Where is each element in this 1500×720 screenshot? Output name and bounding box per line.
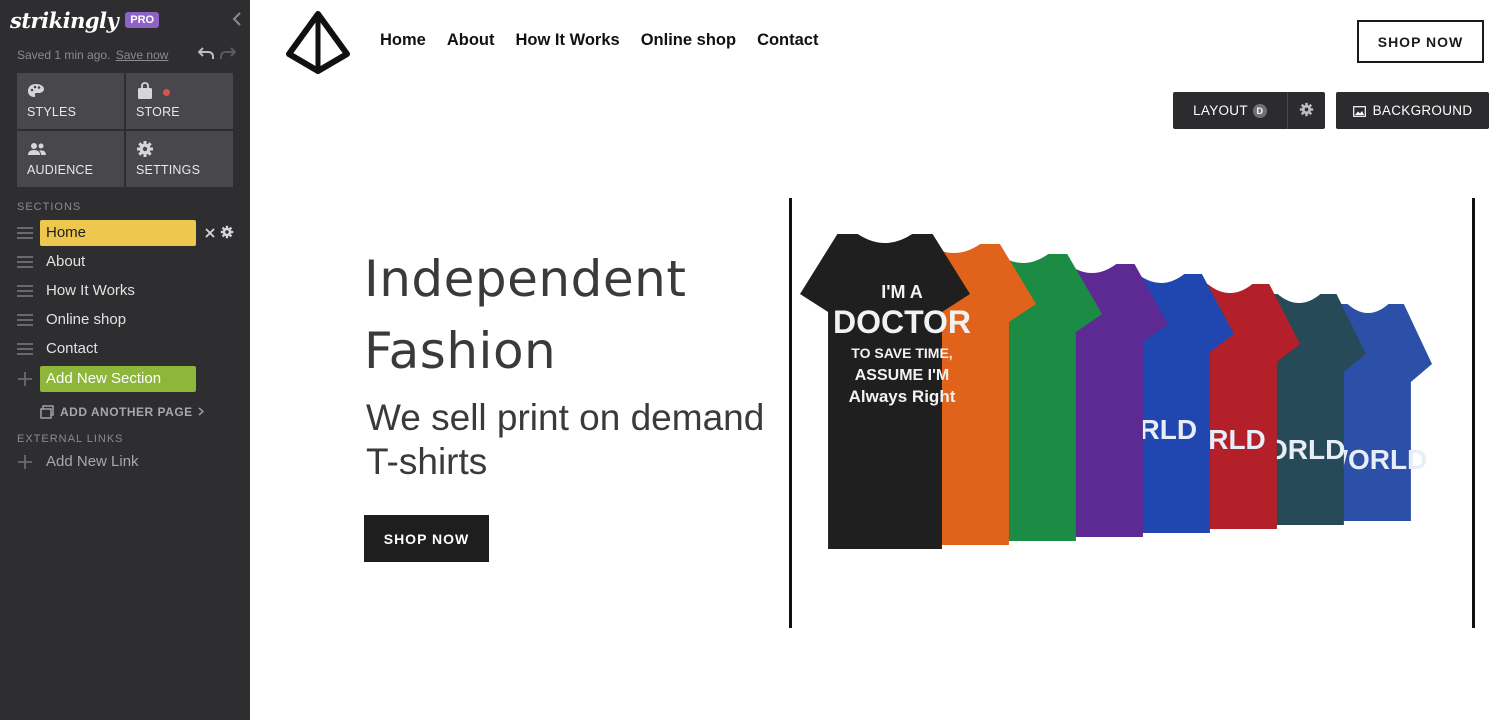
save-now-link[interactable]: Save now [116, 48, 169, 62]
save-status: Saved 1 min ago. Save now [17, 48, 168, 62]
section-settings-icon[interactable] [220, 225, 234, 239]
section-label[interactable]: About [40, 249, 85, 275]
nav-how-it-works[interactable]: How It Works [516, 31, 620, 50]
add-new-link-button[interactable]: Add New Link [17, 453, 139, 470]
front-shirt-print-text: I'M A [881, 282, 923, 302]
redo-icon[interactable] [220, 46, 237, 60]
styles-tile[interactable]: STYLES [17, 73, 124, 129]
logo-text: strikingly [10, 7, 119, 33]
tshirt-print-text: ORLD [1266, 434, 1345, 465]
add-another-page-label: ADD ANOTHER PAGE [60, 405, 193, 419]
section-label[interactable]: Online shop [40, 307, 126, 333]
header-shop-now-button[interactable]: SHOP NOW [1357, 20, 1484, 63]
layout-control: LAYOUT D [1173, 92, 1325, 129]
image-icon [1352, 105, 1366, 117]
tshirt-print-text: RLD [1140, 414, 1198, 445]
strikingly-logo: strikingly PRO [10, 6, 160, 34]
hero-subtitle: We sell print on demand T-shirts [366, 397, 765, 482]
delete-section-icon[interactable] [204, 226, 216, 238]
people-icon [27, 140, 46, 158]
saved-text: Saved 1 min ago. [17, 48, 111, 62]
plus-icon [17, 454, 33, 470]
add-new-link-label: Add New Link [46, 453, 139, 470]
tshirts-image: WORLD ORLD RLD RLD I'M A DOCTOR TO SAVE TIME, A… [789, 198, 1475, 628]
background-button[interactable]: BACKGROUND [1336, 92, 1489, 129]
tshirt-print-text: RLD [1208, 424, 1266, 455]
tshirts-illustration: WORLDORLDRLDRLDI'M ADOCTORTO SAVE TIME,A… [800, 234, 1432, 549]
nav-online-shop[interactable]: Online shop [641, 31, 736, 50]
store-tile[interactable]: STORE [126, 73, 233, 129]
site-preview: Home About How It Works Online shop Cont… [250, 0, 1500, 720]
layout-button[interactable]: LAYOUT D [1173, 92, 1288, 129]
nav-home[interactable]: Home [380, 31, 426, 50]
shopping-bag-icon [136, 82, 154, 100]
pro-badge: PRO [125, 12, 160, 28]
styles-label: STYLES [27, 105, 77, 119]
store-notification-dot [163, 89, 170, 96]
section-item-home[interactable]: Home [17, 220, 237, 246]
section-item-online-shop[interactable]: Online shop [17, 307, 237, 333]
settings-label: SETTINGS [136, 163, 201, 177]
nav-about[interactable]: About [447, 31, 495, 50]
add-new-section-label[interactable]: Add New Section [40, 366, 196, 392]
section-settings-button[interactable] [1288, 92, 1325, 129]
collapse-sidebar-icon[interactable] [230, 12, 244, 26]
gear-icon [1299, 102, 1314, 120]
editor-tiles: STYLES STORE AUDIENCE SETTINGS [17, 73, 233, 187]
chevron-right-icon [198, 405, 204, 419]
drag-handle-icon[interactable] [17, 227, 33, 239]
sections-heading: SECTIONS [17, 201, 82, 213]
section-label[interactable]: Home [40, 220, 196, 246]
pages-icon [40, 405, 54, 419]
drag-handle-icon[interactable] [17, 285, 33, 297]
add-new-section-button[interactable]: Add New Section [17, 366, 237, 392]
store-label: STORE [136, 105, 180, 119]
undo-icon[interactable] [197, 46, 214, 60]
site-logo-icon[interactable] [285, 9, 351, 75]
site-nav: Home About How It Works Online shop Cont… [380, 31, 818, 50]
hero-shop-now-button[interactable]: SHOP NOW [364, 515, 489, 562]
nav-contact[interactable]: Contact [757, 31, 818, 50]
editor-sidebar: strikingly PRO Saved 1 min ago. Save now… [0, 0, 250, 720]
front-shirt-print-text: TO SAVE TIME, [851, 345, 952, 361]
settings-tile[interactable]: SETTINGS [126, 131, 233, 187]
front-shirt-print-text: Always Right [849, 387, 956, 406]
background-label: BACKGROUND [1372, 103, 1473, 118]
drag-handle-icon[interactable] [17, 343, 33, 355]
section-item-how-it-works[interactable]: How It Works [17, 278, 237, 304]
drag-handle-icon[interactable] [17, 314, 33, 326]
plus-icon [17, 371, 33, 387]
external-links-heading: EXTERNAL LINKS [17, 433, 124, 445]
section-item-contact[interactable]: Contact [17, 336, 237, 362]
section-label[interactable]: How It Works [40, 278, 135, 304]
gear-icon [136, 140, 154, 158]
section-label[interactable]: Contact [40, 336, 98, 362]
layout-label: LAYOUT [1193, 103, 1248, 118]
palette-icon [27, 82, 45, 100]
front-shirt-print-text: DOCTOR [833, 304, 971, 340]
drag-handle-icon[interactable] [17, 256, 33, 268]
front-shirt-print-text: ASSUME I'M [855, 367, 949, 384]
audience-label: AUDIENCE [27, 163, 94, 177]
hero-title: Independent Fashion [364, 250, 687, 380]
layout-badge: D [1252, 103, 1267, 118]
add-another-page-button[interactable]: ADD ANOTHER PAGE [40, 405, 204, 419]
audience-tile[interactable]: AUDIENCE [17, 131, 124, 187]
section-item-about[interactable]: About [17, 249, 237, 275]
